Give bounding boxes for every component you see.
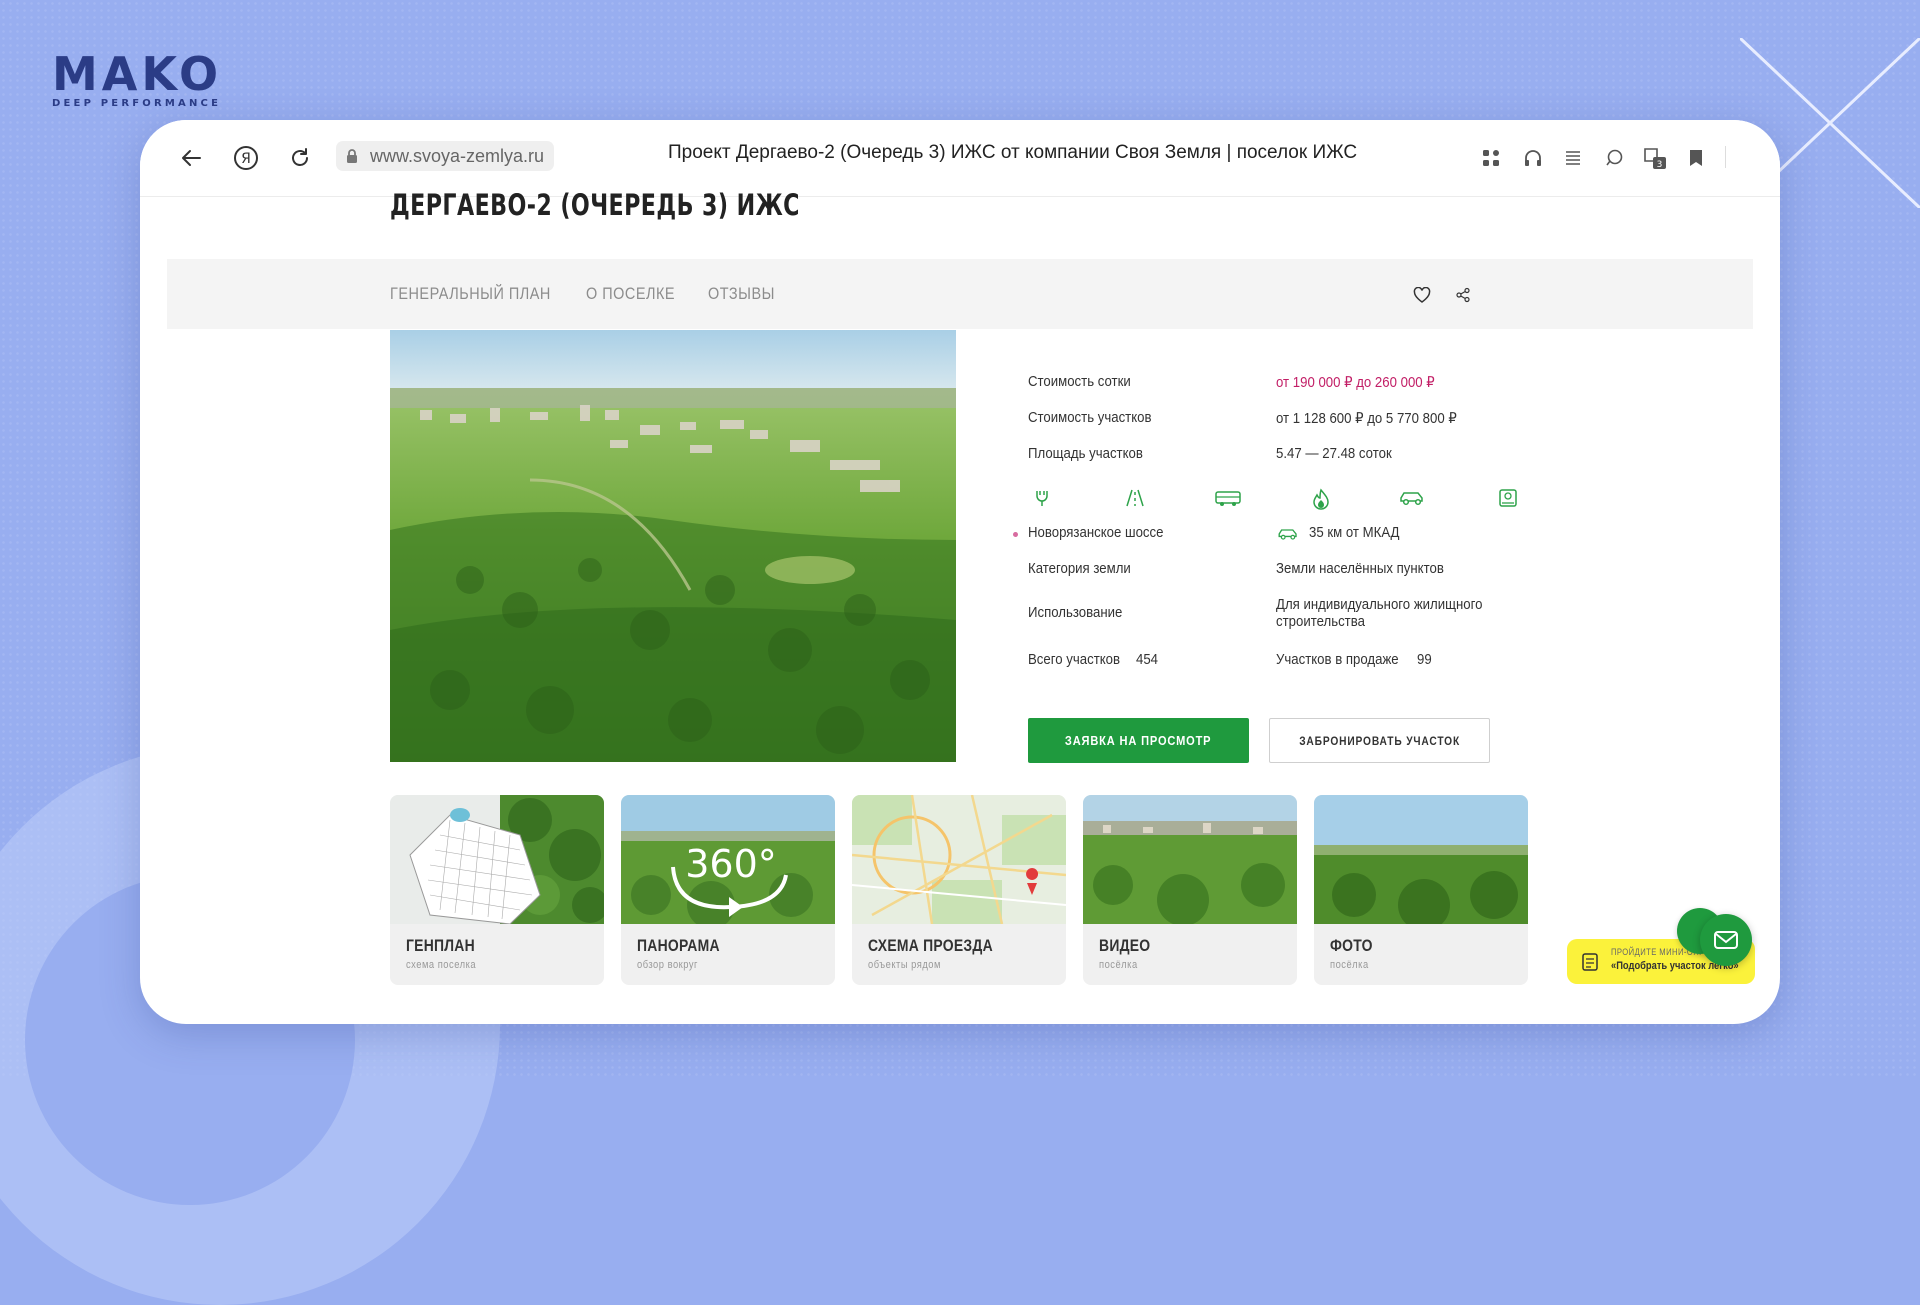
plots-on-sale-label: Участков в продаже	[1276, 651, 1399, 668]
page-content: ДЕРГАЕВО-2 (ОЧЕРЕДЬ 3) ИЖС ГЕНЕРАЛЬНЫЙ П…	[140, 188, 1780, 1024]
land-category-label: Категория земли	[1028, 560, 1131, 577]
card-genplan-subtitle: схема поселка	[406, 959, 477, 971]
electricity-icon	[1036, 491, 1048, 506]
car-icon	[1400, 492, 1423, 506]
back-arrow-icon[interactable]	[180, 147, 202, 169]
bookmark-icon[interactable]	[1688, 148, 1704, 168]
logo-wordmark: MAKO	[52, 47, 223, 101]
road-icon	[1126, 489, 1144, 507]
card-video-subtitle: посёлка	[1099, 959, 1138, 971]
distance-car-icon	[1278, 529, 1297, 540]
contact-button[interactable]	[1700, 914, 1752, 966]
headphones-icon[interactable]	[1523, 148, 1543, 168]
lock-icon	[347, 149, 357, 163]
highway-label: Новорязанское шоссе	[1028, 524, 1164, 541]
book-plot-button[interactable]: ЗАБРОНИРОВАТЬ УЧАСТОК	[1269, 718, 1490, 763]
tab-reviews[interactable]: ОТЗЫВЫ	[708, 284, 775, 304]
card-video[interactable]: ВИДЕО посёлка	[1083, 795, 1297, 985]
mako-logo: MAKO DEEP PERFORMANCE	[52, 47, 223, 109]
share-icon[interactable]	[1455, 287, 1471, 303]
tabs-count: 3	[1657, 160, 1663, 170]
toolbar-separator	[1725, 146, 1726, 168]
request-view-label: ЗАЯВКА НА ПРОСМОТР	[1065, 733, 1212, 748]
card-genplan-title: ГЕНПЛАН	[406, 936, 475, 955]
card-photo[interactable]: ФОТО посёлка	[1314, 795, 1528, 985]
yandex-icon[interactable]: Я	[233, 145, 259, 171]
section-tabs: ГЕНЕРАЛЬНЫЙ ПЛАН О ПОСЕЛКЕ ОТЗЫВЫ	[167, 259, 1753, 329]
browser-window: Я www.svoya-zemlya.ru Проект Дергаево-2 …	[140, 120, 1780, 1024]
card-video-title: ВИДЕО	[1099, 936, 1151, 955]
tabs-icon[interactable]: 3	[1641, 145, 1669, 171]
mail-icon	[1714, 931, 1738, 949]
heart-icon[interactable]	[1413, 287, 1431, 303]
card-route-map[interactable]: СХЕМА ПРОЕЗДА объекты рядом	[852, 795, 1066, 985]
video-thumbnail	[1083, 795, 1297, 924]
book-plot-label: ЗАБРОНИРОВАТЬ УЧАСТОК	[1299, 733, 1460, 748]
browser-page-title: Проект Дергаево-2 (Очередь 3) ИЖС от ком…	[668, 142, 1358, 163]
highway-distance: 35 км от МКАД	[1309, 524, 1400, 541]
usage-value-line2: строительства	[1276, 613, 1365, 630]
total-plots-value: 454	[1136, 651, 1159, 668]
plot-price-label: Стоимость участков	[1028, 409, 1152, 426]
page-heading: ДЕРГАЕВО-2 (ОЧЕРЕДЬ 3) ИЖС	[390, 188, 800, 222]
usage-value-line1: Для индивидуального жилищного	[1276, 596, 1483, 613]
card-genplan[interactable]: ГЕНПЛАН схема поселка	[390, 795, 604, 985]
land-category-value: Земли населённых пунктов	[1276, 560, 1444, 577]
plot-area-label: Площадь участков	[1028, 445, 1143, 462]
plot-area-value: 5.47 — 27.48 соток	[1276, 445, 1392, 462]
card-route-map-title: СХЕМА ПРОЕЗДА	[868, 936, 993, 955]
photo-thumbnail	[1314, 795, 1528, 924]
browser-toolbar: Я www.svoya-zemlya.ru Проект Дергаево-2 …	[140, 120, 1780, 197]
total-plots-label: Всего участков	[1028, 651, 1121, 668]
reader-icon[interactable]	[1564, 149, 1582, 167]
card-route-map-subtitle: объекты рядом	[868, 959, 941, 971]
highway-marker-dot	[1013, 532, 1018, 537]
tab-general-plan[interactable]: ГЕНЕРАЛЬНЫЙ ПЛАН	[390, 284, 551, 304]
request-view-button[interactable]: ЗАЯВКА НА ПРОСМОТР	[1028, 718, 1249, 763]
apps-icon[interactable]	[1482, 149, 1500, 167]
card-photo-subtitle: посёлка	[1330, 959, 1369, 971]
card-panorama-title: ПАНОРАМА	[637, 936, 720, 955]
card-panorama-subtitle: обзор вокруг	[637, 959, 698, 971]
bus-icon	[1215, 491, 1241, 506]
usage-label: Использование	[1028, 604, 1123, 621]
route-map-thumbnail	[852, 795, 1066, 924]
card-photo-title: ФОТО	[1330, 936, 1373, 955]
reload-icon[interactable]	[288, 146, 312, 170]
security-icon	[1499, 489, 1517, 507]
price-per-sotka-label: Стоимость сотки	[1028, 373, 1131, 390]
svg-text:Я: Я	[241, 151, 251, 167]
plots-on-sale-value: 99	[1417, 651, 1432, 668]
tab-about[interactable]: О ПОСЕЛКЕ	[586, 284, 675, 304]
chat-icon[interactable]	[1604, 148, 1624, 168]
panorama-360-overlay: 360°	[685, 842, 777, 886]
logo-tagline: DEEP PERFORMANCE	[52, 98, 222, 109]
card-panorama[interactable]: 360° ПАНОРАМА обзор вокруг	[621, 795, 835, 985]
price-per-sotka-value: от 190 000 ₽ до 260 000 ₽	[1276, 374, 1435, 391]
genplan-thumbnail	[390, 795, 604, 924]
plot-price-value: от 1 128 600 ₽ до 5 770 800 ₽	[1276, 410, 1457, 427]
url-text: www.svoya-zemlya.ru	[370, 145, 545, 166]
panorama-thumbnail: 360°	[621, 795, 835, 924]
address-bar[interactable]: www.svoya-zemlya.ru	[336, 141, 555, 171]
survey-icon	[1582, 953, 1598, 971]
gas-icon	[1313, 488, 1329, 510]
main-aerial-photo[interactable]	[390, 330, 956, 762]
